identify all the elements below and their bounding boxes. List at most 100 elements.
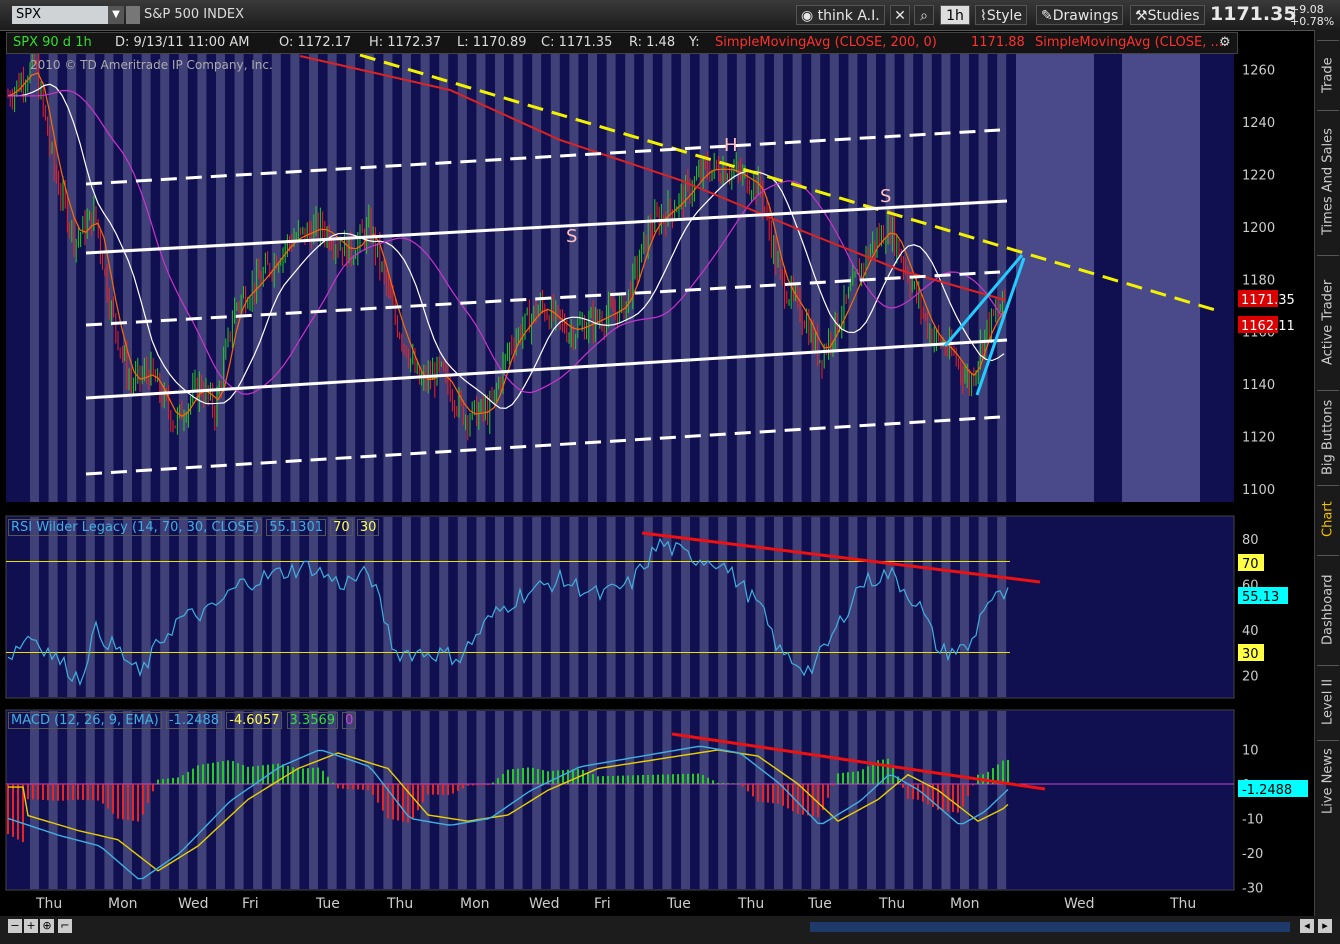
sidebar-tab-live-news[interactable]: Live News <box>1317 740 1339 821</box>
bottom-bar <box>0 916 1340 944</box>
scroll-right-icon[interactable]: ▸ <box>1318 919 1332 933</box>
session-stripe <box>383 54 393 502</box>
session-stripe <box>681 54 690 502</box>
session-stripe <box>364 54 374 502</box>
session-stripe <box>197 54 207 502</box>
macd-panel-bg <box>5 709 1235 891</box>
drawing-mode-icon[interactable]: ⌐ <box>58 919 72 933</box>
annotation-shoulder-left: S <box>566 226 577 247</box>
session-stripe <box>885 711 895 889</box>
rsi-label[interactable]: RSI Wilder Legacy (14, 70, 30, CLOSE) <box>8 519 263 536</box>
session-stripe <box>643 711 653 889</box>
session-stripe <box>457 711 467 889</box>
horizontal-scrollbar[interactable] <box>810 922 1290 932</box>
close-label: C: 1171.35 <box>541 35 613 50</box>
sidebar-tab-times-and-sales[interactable]: Times And Sales <box>1317 110 1339 253</box>
session-stripe <box>271 54 281 502</box>
rsi-ob-tag: 70 <box>1242 557 1259 572</box>
top-toolbar: SPX ▼ S&P 500 INDEX ◉ think A.I. ✕ ⌕ 1h … <box>0 0 1340 31</box>
session-stripe <box>699 517 709 697</box>
session-stripe <box>736 711 746 889</box>
x-axis-label: Wed <box>1064 896 1095 912</box>
session-stripe <box>123 54 132 502</box>
rsi-tick-label: 20 <box>1242 669 1259 684</box>
sma-other-label[interactable]: SimpleMovingAvg (CLOSE, ... <box>1035 35 1223 50</box>
sidebar-tab-level-ii[interactable]: Level II <box>1317 665 1339 738</box>
price-tag-last: 1171.35 <box>1241 293 1295 308</box>
session-stripe <box>495 54 504 502</box>
session-stripe <box>141 517 151 697</box>
session-stripe <box>253 711 263 889</box>
rsi-tick-label: 80 <box>1242 533 1259 548</box>
session-stripe <box>867 711 876 889</box>
think-ai-button[interactable]: ◉ think A.I. <box>796 5 885 25</box>
session-stripe <box>309 711 318 889</box>
session-stripe <box>829 517 839 697</box>
zoom-out-icon[interactable]: − <box>8 919 22 933</box>
rsi-tag-value: 55.13 <box>1242 590 1279 605</box>
session-stripe <box>588 54 597 502</box>
session-stripe <box>718 711 728 889</box>
x-axis: Thu Mon Wed Fri Tue Thu Mon Wed Fri Tue Thu Tue Thu M… <box>35 896 1196 912</box>
sidebar-tab-dashboard[interactable]: Dashboard <box>1317 555 1339 664</box>
session-stripe <box>346 517 356 697</box>
session-stripe <box>867 517 876 697</box>
session-stripe <box>960 54 969 502</box>
session-stripe <box>978 54 988 502</box>
session-stripe <box>532 517 542 697</box>
zoom-fit-icon[interactable]: ⊕ <box>40 919 54 933</box>
sidebar-tab-active-trader[interactable]: Active Trader <box>1317 255 1339 388</box>
style-button[interactable]: ⌇Style <box>975 5 1028 25</box>
session-stripe <box>327 517 337 697</box>
session-stripe <box>662 711 672 889</box>
settings-icon[interactable]: ⚙ <box>1219 35 1231 50</box>
session-stripe <box>774 517 783 697</box>
session-stripe <box>85 517 95 697</box>
session-stripe <box>588 711 597 889</box>
session-stripe <box>606 711 616 889</box>
macd-tag-value: -1.2488 <box>1242 783 1292 798</box>
session-stripe <box>960 711 969 889</box>
timeframe-button[interactable]: 1h <box>940 5 970 25</box>
rsi-panel-bg <box>5 515 1235 699</box>
macd-label[interactable]: MACD (12, 26, 9, EMA) <box>8 712 162 729</box>
style-icon: ⌇ <box>980 8 987 24</box>
x-axis-label: Mon <box>108 896 138 912</box>
rsi-tick-label: 40 <box>1242 624 1259 639</box>
period-label[interactable]: SPX 90 d 1h <box>13 35 92 50</box>
session-stripe <box>216 517 225 697</box>
drawings-button[interactable]: ✎Drawings <box>1036 5 1124 25</box>
session-stripe <box>681 517 690 697</box>
session-stripe <box>439 711 449 889</box>
sidebar-tab-trade[interactable]: Trade <box>1317 40 1339 109</box>
session-stripe <box>755 54 765 502</box>
scroll-left-icon[interactable]: ◂ <box>1300 919 1314 933</box>
pencil-icon: ✎ <box>1041 8 1053 24</box>
sidebar-tab-chart[interactable]: Chart <box>1317 485 1339 552</box>
sidebar-tab-big-buttons[interactable]: Big Buttons <box>1317 390 1339 483</box>
zoom-icon[interactable]: ⌕ <box>914 5 934 25</box>
session-stripe <box>309 54 318 502</box>
session-stripe <box>997 517 1007 697</box>
price-tick-label: 1180 <box>1242 273 1275 288</box>
rsi-os-value: 30 <box>356 519 380 536</box>
zoom-in-icon[interactable]: + <box>24 919 38 933</box>
symbol-dropdown-icon[interactable]: ▼ <box>108 6 124 24</box>
studies-button[interactable]: ⚒Studies <box>1130 5 1205 25</box>
session-stripe <box>327 54 337 502</box>
session-stripe <box>234 54 244 502</box>
crosshair-icon[interactable]: ✕ <box>890 5 910 25</box>
x-axis-label: Fri <box>594 896 611 912</box>
x-axis-label: Thu <box>737 896 764 912</box>
session-stripe <box>848 711 858 889</box>
symbol-lookup-icon[interactable] <box>126 6 140 24</box>
session-stripe <box>271 711 281 889</box>
session-stripe <box>904 711 914 889</box>
macd-tick-label: 10 <box>1242 744 1259 759</box>
session-stripe <box>123 517 132 697</box>
sma200-label[interactable]: SimpleMovingAvg (CLOSE, 200, 0) <box>715 35 937 50</box>
y-label: Y: <box>689 35 700 50</box>
chart-area[interactable]: 126012401220120011801160114011201100 S H… <box>0 30 1314 916</box>
session-stripe <box>104 517 114 697</box>
rsi-value: 55.1301 <box>266 519 326 536</box>
